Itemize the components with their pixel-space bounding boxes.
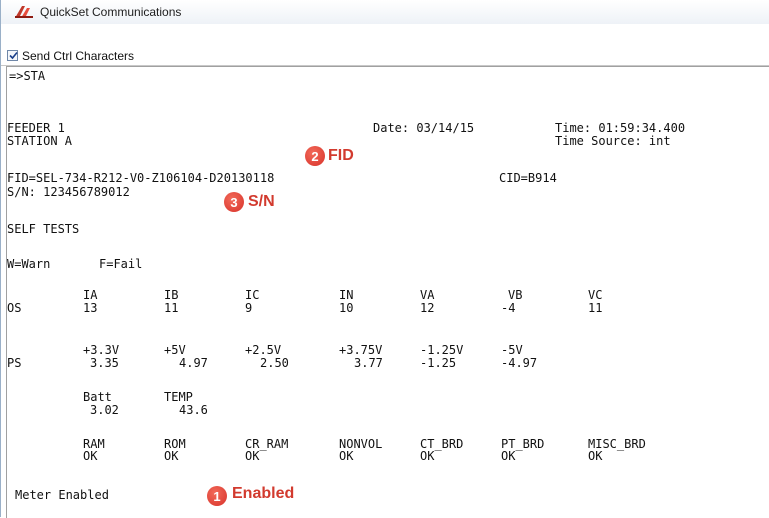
send-ctrl-characters-checkbox[interactable] [7, 50, 18, 61]
status-value: OK [339, 449, 354, 463]
self-tests-heading: SELF TESTS [7, 222, 80, 236]
ps-header: +3.3V [83, 343, 120, 357]
time-source: Time Source: int [555, 134, 671, 148]
batt-header: Batt [83, 390, 112, 404]
status-value: OK [83, 449, 98, 463]
send-ctrl-characters-label[interactable]: Send Ctrl Characters [22, 49, 134, 63]
quickset-logo-icon [15, 6, 33, 18]
os-value: 13 [83, 301, 98, 315]
status-value: OK [420, 449, 435, 463]
legend-warn: W=Warn [7, 257, 51, 271]
toolbar-area [1, 24, 769, 46]
os-header: IN [339, 288, 354, 302]
status-value: OK [588, 449, 603, 463]
ps-value: -4.97 [501, 356, 538, 370]
os-value: -4 [501, 301, 516, 315]
ps-header: -1.25V [420, 343, 464, 357]
ps-row-label: PS [7, 356, 22, 370]
ps-value: -1.25 [420, 356, 457, 370]
window-title: QuickSet Communications [40, 5, 182, 19]
ps-value: 2.50 [260, 356, 289, 370]
os-header: IA [83, 288, 98, 302]
temp-header: TEMP [164, 390, 193, 404]
os-header: VC [588, 288, 603, 302]
annotation-label-fid: FID [328, 147, 354, 164]
legend-fail: F=Fail [99, 257, 143, 271]
batt-value: 3.02 [90, 403, 119, 417]
ps-header: -5V [501, 343, 523, 357]
meter-status: Meter Enabled [15, 488, 109, 502]
annotation-label-enabled: Enabled [232, 485, 295, 502]
temp-value: 43.6 [179, 403, 208, 417]
serial-number: S/N: 123456789012 [7, 185, 130, 199]
annotation-badge-sn: 3 [224, 192, 244, 212]
os-value: 11 [164, 301, 179, 315]
os-header: VA [420, 288, 435, 302]
os-value: 11 [588, 301, 603, 315]
station-name: STATION A [7, 134, 73, 148]
title-bar: QuickSet Communications [1, 0, 769, 25]
fid-string: FID=SEL-734-R212-V0-Z106104-D20130118 [7, 171, 275, 185]
report-time: Time: 01:59:34.400 [555, 121, 686, 135]
annotation-badge-fid: 2 [305, 146, 325, 166]
ps-header: +5V [164, 343, 186, 357]
os-value: 9 [245, 301, 253, 315]
os-header: IB [164, 288, 179, 302]
command-prompt: =>STA [9, 69, 46, 83]
checkmark-icon [9, 51, 18, 60]
report-date: Date: 03/14/15 [373, 121, 475, 135]
os-header: IC [245, 288, 260, 302]
ps-value: 4.97 [179, 356, 208, 370]
status-value: OK [164, 449, 179, 463]
status-value: OK [501, 449, 516, 463]
os-header: VB [508, 288, 523, 302]
annotation-label-sn: S/N [248, 193, 275, 210]
ps-value: 3.35 [90, 356, 119, 370]
ps-header: +2.5V [245, 343, 282, 357]
os-value: 12 [420, 301, 435, 315]
feeder-name: FEEDER 1 [7, 121, 65, 135]
cid-string: CID=B914 [499, 171, 557, 185]
quickset-communications-window: QuickSet Communications Send Ctrl Charac… [0, 0, 769, 518]
os-value: 10 [339, 301, 354, 315]
options-bar: Send Ctrl Characters [1, 46, 769, 66]
ps-header: +3.75V [339, 343, 383, 357]
terminal-output[interactable]: =>STA FEEDER 1 STATION A Date: 03/14/15 … [6, 66, 769, 518]
status-value: OK [245, 449, 260, 463]
os-row-label: OS [7, 301, 22, 315]
annotation-badge-enabled: 1 [207, 486, 227, 506]
ps-value: 3.77 [354, 356, 383, 370]
